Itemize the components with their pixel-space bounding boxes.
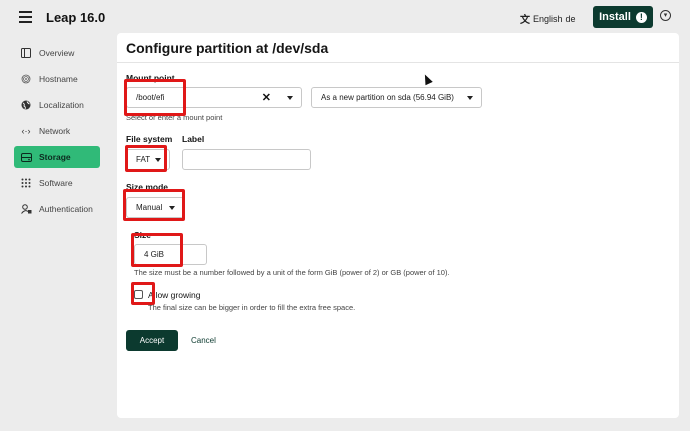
chevron-down-icon[interactable] bbox=[287, 95, 293, 100]
grid-icon bbox=[20, 177, 32, 189]
allow-growing-help: The final size can be bigger in order to… bbox=[148, 303, 356, 312]
install-label: Install bbox=[599, 11, 631, 23]
file-system-label: File system bbox=[126, 134, 173, 144]
sidebar-item-label: Software bbox=[39, 178, 73, 188]
highlight-box-mount-point bbox=[124, 79, 186, 116]
sidebar-item-overview[interactable]: Overview bbox=[14, 42, 100, 64]
highlight-box-size bbox=[131, 233, 183, 267]
user-lock-icon bbox=[20, 203, 32, 215]
hard-drive-icon bbox=[20, 151, 32, 163]
language-name: English bbox=[533, 13, 563, 24]
sidebar: Overview Hostname Localization ‹·› Netwo… bbox=[14, 42, 100, 224]
fingerprint-icon bbox=[20, 73, 32, 85]
sidebar-item-label: Network bbox=[39, 126, 71, 136]
exclamation-icon: ! bbox=[635, 11, 647, 23]
language-selector[interactable]: 文 English de bbox=[520, 11, 576, 27]
configure-partition-panel: Configure partition at /dev/sda Mount po… bbox=[117, 33, 679, 418]
sidebar-item-network[interactable]: ‹·› Network bbox=[14, 120, 100, 142]
highlight-box-size-mode bbox=[123, 189, 185, 221]
size-help: The size must be a number followed by a … bbox=[134, 268, 450, 277]
partition-target-value: As a new partition on sda (56.94 GiB) bbox=[321, 93, 454, 102]
label-field-label: Label bbox=[182, 134, 205, 144]
sidebar-item-localization[interactable]: Localization bbox=[14, 94, 100, 116]
sidebar-item-label: Hostname bbox=[39, 74, 78, 84]
top-bar: Leap 16.0 文 English de Install ! ▾ bbox=[0, 0, 690, 34]
page-title: Configure partition at /dev/sda bbox=[126, 40, 329, 56]
hamburger-icon[interactable] bbox=[19, 11, 32, 23]
allow-growing-label: Allow growing bbox=[148, 290, 201, 300]
app-title: Leap 16.0 bbox=[46, 10, 106, 25]
partition-target-select[interactable]: As a new partition on sda (56.94 GiB) bbox=[311, 87, 482, 108]
chevron-down-circle-icon[interactable]: ▾ bbox=[660, 10, 671, 21]
sidebar-item-software[interactable]: Software bbox=[14, 172, 100, 194]
sidebar-item-authentication[interactable]: Authentication bbox=[14, 198, 100, 220]
language-code: de bbox=[565, 13, 576, 24]
accept-button[interactable]: Accept bbox=[126, 330, 178, 351]
label-input[interactable] bbox=[182, 149, 311, 170]
sidebar-item-hostname[interactable]: Hostname bbox=[14, 68, 100, 90]
sidebar-item-label: Storage bbox=[39, 152, 71, 162]
chevron-down-icon bbox=[467, 95, 473, 100]
sidebar-item-storage[interactable]: Storage bbox=[14, 146, 100, 168]
sidebar-item-label: Overview bbox=[39, 48, 75, 58]
globe-icon bbox=[20, 99, 32, 111]
clear-icon[interactable]: ✕ bbox=[262, 91, 271, 104]
title-divider bbox=[117, 62, 679, 63]
sidebar-item-label: Localization bbox=[39, 100, 84, 110]
layout-icon bbox=[20, 47, 32, 59]
highlight-box-file-system bbox=[125, 145, 167, 172]
network-icon: ‹·› bbox=[21, 126, 31, 136]
highlight-box-allow-growing bbox=[131, 282, 155, 305]
install-button[interactable]: Install ! bbox=[593, 6, 653, 28]
cancel-button[interactable]: Cancel bbox=[191, 336, 216, 345]
sidebar-item-label: Authentication bbox=[39, 204, 93, 214]
translate-icon: 文 bbox=[520, 15, 530, 26]
